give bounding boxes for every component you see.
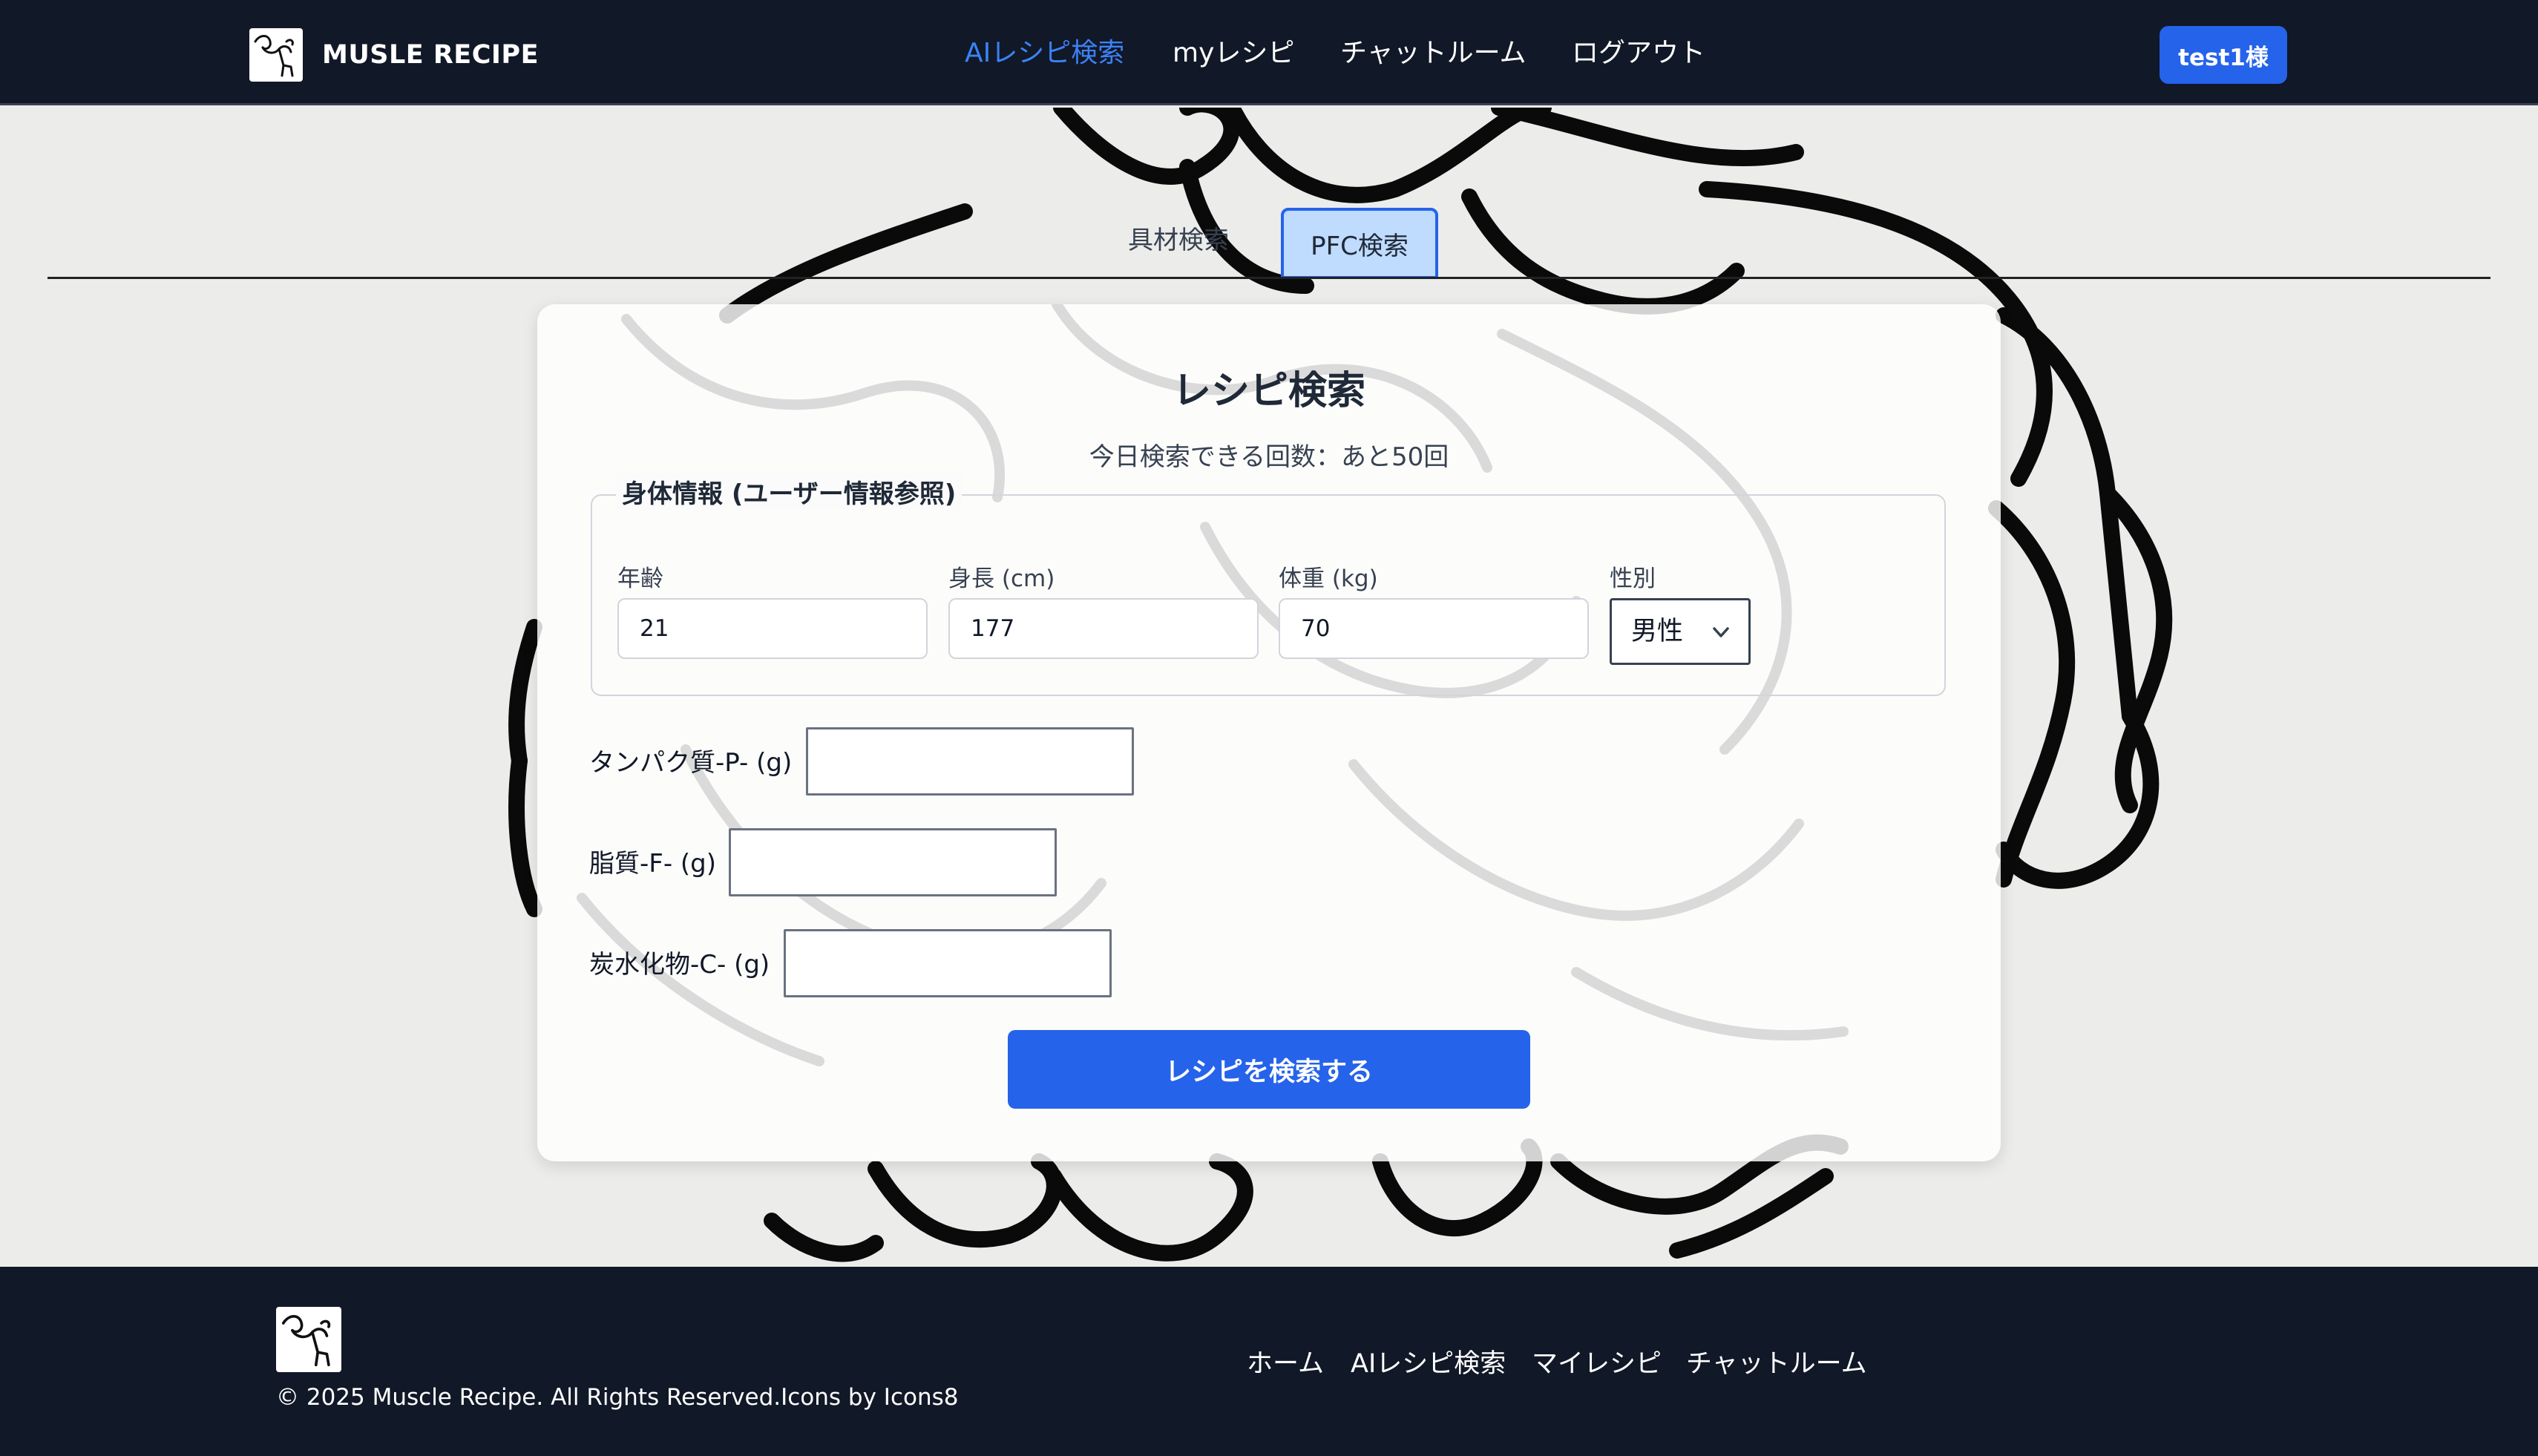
top-header: MUSLE RECIPE AIレシピ検索 myレシピ チャットルーム ログアウト… <box>0 0 2538 105</box>
muscle-flex-icon[interactable] <box>276 1307 341 1372</box>
card-title: レシピ検索 <box>1172 369 1365 413</box>
protein-input[interactable] <box>806 727 1134 796</box>
user-account-button[interactable]: test1様 <box>2160 26 2287 84</box>
sex-select-value: 男性 <box>1631 617 1684 646</box>
footer-nav-ai-recipe-search[interactable]: AIレシピ検索 <box>1351 1342 1506 1380</box>
carbohydrate-input[interactable] <box>784 929 1112 997</box>
footer-nav-chat-room[interactable]: チャットルーム <box>1686 1342 1867 1380</box>
weight-label: 体重 (kg) <box>1279 565 1378 592</box>
tab-ingredient-search[interactable]: 具材検索 <box>1128 223 1229 258</box>
tab-pfc-search[interactable]: PFC検索 <box>1281 208 1438 279</box>
recipe-search-card: レシピ検索 今日検索できる回数：あと50回 身体情報 (ユーザー情報参照) 年齢… <box>537 304 2001 1161</box>
chevron-down-icon <box>1713 627 1729 637</box>
age-label: 年齢 <box>617 565 663 592</box>
search-recipe-button[interactable]: レシピを検索する <box>1008 1030 1530 1109</box>
muscle-flex-icon[interactable] <box>249 28 303 82</box>
nav-my-recipe[interactable]: myレシピ <box>1173 34 1294 73</box>
age-field[interactable]: 21 <box>617 598 928 659</box>
brand-name[interactable]: MUSLE RECIPE <box>322 37 539 73</box>
nav-chat-room[interactable]: チャットルーム <box>1340 34 1527 73</box>
fat-input[interactable] <box>729 828 1057 896</box>
footer-nav-my-recipe[interactable]: マイレシピ <box>1532 1342 1662 1380</box>
remaining-searches: 今日検索できる回数：あと50回 <box>1089 442 1449 472</box>
body-info-fieldset <box>591 494 1946 696</box>
carbohydrate-label: 炭水化物-C- (g) <box>589 950 770 980</box>
weight-field[interactable]: 70 <box>1279 598 1589 659</box>
body-info-legend: 身体情報 (ユーザー情報参照) <box>616 473 963 510</box>
copyright-text: © 2025 Muscle Recipe. All Rights Reserve… <box>276 1384 959 1411</box>
sex-select[interactable]: 男性 <box>1610 598 1751 665</box>
footer: © 2025 Muscle Recipe. All Rights Reserve… <box>0 1267 2538 1456</box>
fat-label: 脂質-F- (g) <box>589 849 717 879</box>
footer-nav-home[interactable]: ホーム <box>1247 1342 1324 1380</box>
protein-label: タンパク質-P- (g) <box>589 748 793 778</box>
height-label: 身長 (cm) <box>948 565 1055 592</box>
nav-logout[interactable]: ログアウト <box>1572 34 1705 73</box>
tab-divider <box>47 277 2491 279</box>
nav-ai-recipe-search[interactable]: AIレシピ検索 <box>965 34 1124 73</box>
sex-label: 性別 <box>1610 565 1656 592</box>
height-field[interactable]: 177 <box>948 598 1259 659</box>
